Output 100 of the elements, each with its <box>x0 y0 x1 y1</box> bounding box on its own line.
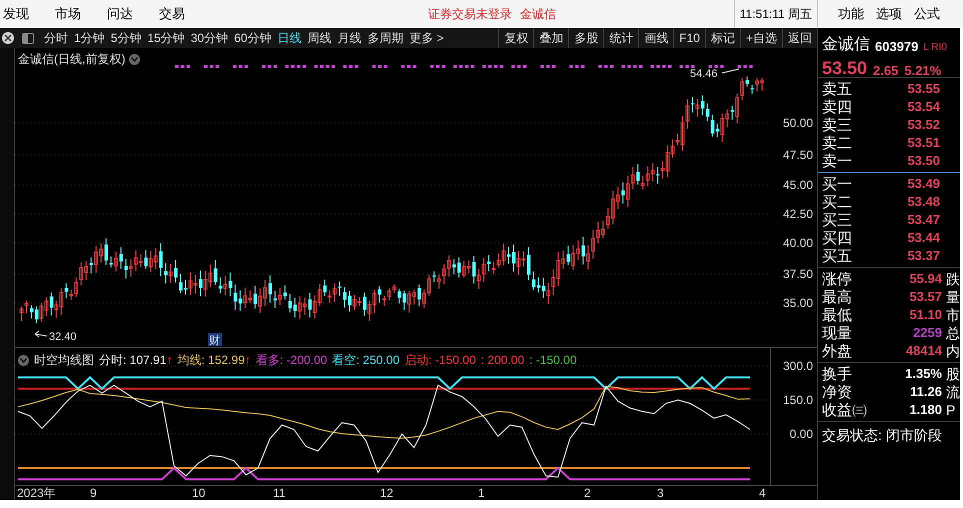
event-marker: 财 <box>208 333 222 347</box>
axis-label: 4 <box>759 486 766 500</box>
axis-label: 300.0 <box>782 359 813 374</box>
trade-status: 交易状态: 闭市阶段 <box>821 426 943 445</box>
period-tab[interactable]: 30分钟 <box>190 32 228 44</box>
order-price: 53.51 <box>907 134 940 152</box>
toolbar-button[interactable]: 统计 <box>603 28 638 48</box>
axis-label: 11 <box>273 486 286 500</box>
order-price: 53.54 <box>907 98 940 116</box>
order-label: 买四 <box>822 230 852 246</box>
stat-label: 总 <box>946 326 960 340</box>
period-tab[interactable]: 月线 <box>337 32 362 44</box>
axis-label: 2023年 <box>17 486 56 500</box>
axis-label: 35.00 <box>782 296 813 310</box>
period-tab[interactable]: 5分钟 <box>110 32 142 44</box>
stock-code: 603979 <box>875 40 918 53</box>
arrow-icon <box>34 330 48 338</box>
order-label: 卖二 <box>822 136 852 150</box>
period-tab[interactable]: 15分钟 <box>147 32 185 44</box>
stat-label: 外盘 <box>822 344 852 358</box>
login-notice: 证券交易未登录 <box>428 6 512 23</box>
stat-label: 股 <box>946 367 960 381</box>
axis-label: 50.00 <box>782 116 813 130</box>
period-tab[interactable]: 周线 <box>307 32 332 44</box>
price-change: 2.65 <box>873 64 898 77</box>
toggle-icon[interactable] <box>22 32 34 44</box>
order-label: 卖五 <box>822 82 852 96</box>
stat-value: 53.57 <box>909 288 942 306</box>
stat-label: 涨停 <box>822 272 852 286</box>
stat-value: 1.35% <box>905 365 942 384</box>
period-tab[interactable]: 多周期 <box>367 32 404 44</box>
axis-label: 9 <box>90 486 97 500</box>
stock-name-link[interactable]: 金诚信 <box>520 5 556 23</box>
legend-value: 看多: -200.00 <box>256 352 328 369</box>
last-price: 53.50 <box>822 59 868 77</box>
stock-flags: L RI0 <box>923 43 947 53</box>
high-price-label: 54.46 <box>690 68 718 80</box>
order-price: 53.50 <box>907 152 940 170</box>
period-tab[interactable]: 1分钟 <box>74 32 105 44</box>
axis-label: 37.50 <box>782 267 813 281</box>
period-tab[interactable]: 更多 > <box>409 32 444 44</box>
axis-label: 2 <box>584 486 591 500</box>
leader-line <box>722 68 740 74</box>
order-label: 买一 <box>822 176 852 192</box>
arrow-icon: ↑ <box>244 351 251 369</box>
top-action[interactable]: 功能 <box>838 4 864 24</box>
period-tab[interactable]: 日线 <box>277 32 302 44</box>
order-label: 买二 <box>822 194 852 210</box>
stat-label: 最高 <box>822 290 852 304</box>
legend-value: 看空: 250.00 <box>332 352 400 369</box>
chart-title: 金诚信(日线,前复权) <box>18 51 126 68</box>
order-price: 53.47 <box>907 211 940 230</box>
menu-item[interactable]: 问达 <box>107 4 133 24</box>
low-price-label: 32.40 <box>49 331 77 343</box>
legend-value: : 200.00 <box>480 352 524 369</box>
stat-label: 市 <box>946 308 960 322</box>
stat-value: 1.180 <box>909 401 942 420</box>
menu-item[interactable]: 市场 <box>55 4 81 24</box>
stock-name: 金诚信 <box>822 37 870 53</box>
stat-label: 流 <box>946 385 960 399</box>
toolbar-button[interactable]: 复权 <box>498 28 534 48</box>
dropdown-icon[interactable] <box>129 54 140 64</box>
period-tab[interactable]: 60分钟 <box>234 32 272 44</box>
close-icon[interactable] <box>2 32 14 44</box>
toolbar-button[interactable]: +自选 <box>740 28 782 48</box>
stat-label: 最低 <box>822 308 852 322</box>
order-price: 53.44 <box>907 229 940 248</box>
axis-label: 47.50 <box>782 148 813 162</box>
toolbar-button[interactable]: 画线 <box>638 28 674 48</box>
order-price: 53.48 <box>907 193 940 212</box>
axis-label: 40.00 <box>782 236 813 250</box>
stat-value: 48414 <box>906 342 942 360</box>
menu-item[interactable]: 交易 <box>159 4 185 24</box>
axis-label: 12 <box>380 486 394 500</box>
axis-label: 1 <box>478 486 485 500</box>
menu-item[interactable]: 发现 <box>3 4 29 24</box>
stat-value: 11.26 <box>910 383 942 402</box>
axis-label: 3 <box>657 486 664 500</box>
toolbar-button[interactable]: 标记 <box>704 28 740 48</box>
axis-label: 150.0 <box>782 393 813 408</box>
axis-label: 0.00 <box>790 427 813 442</box>
order-price: 53.55 <box>907 80 940 98</box>
toolbar-button[interactable]: F10 <box>673 28 705 48</box>
legend-value: 启动: -150.00 <box>404 352 476 369</box>
period-tab[interactable]: 分时 <box>44 32 68 44</box>
order-price: 53.52 <box>907 116 940 134</box>
top-action[interactable]: 选项 <box>876 4 902 24</box>
top-action[interactable]: 公式 <box>914 4 940 24</box>
stat-label: 内 <box>946 344 960 358</box>
toolbar-button[interactable]: 多股 <box>568 28 604 48</box>
axis-label: 42.50 <box>782 207 813 221</box>
stat-label: 换手 <box>822 366 852 382</box>
dropdown-icon[interactable] <box>18 354 29 366</box>
order-label: 买三 <box>822 212 852 228</box>
axis-label: 10 <box>192 486 206 500</box>
order-price: 53.49 <box>907 175 940 194</box>
legend-value: : -150.00 <box>529 352 577 369</box>
stat-label: 量 <box>946 290 960 304</box>
stat-value: 51.10 <box>909 306 942 324</box>
toolbar-button[interactable]: 叠加 <box>533 28 568 48</box>
